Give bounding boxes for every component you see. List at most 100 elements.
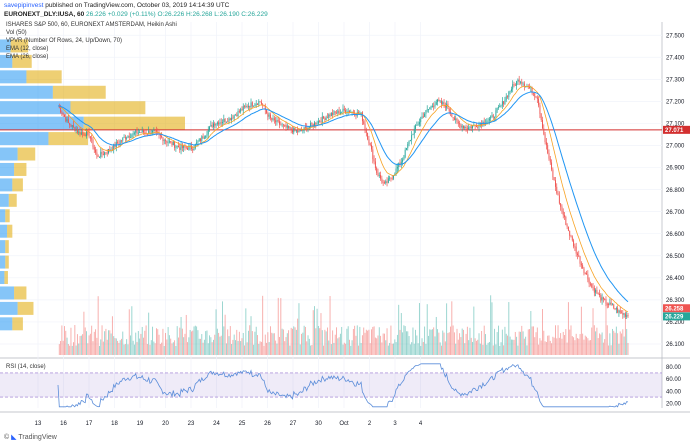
- candle-body: [586, 273, 587, 275]
- ema26-indicator-label[interactable]: EMA (26, close): [6, 54, 48, 60]
- candle-body: [492, 115, 494, 118]
- volume-bar: [434, 336, 436, 355]
- candle-body: [121, 140, 122, 142]
- footer: © ◣ TradingView: [4, 433, 57, 441]
- rsi-indicator-label[interactable]: RSI (14, close): [6, 364, 46, 370]
- time-tick-label: Oct: [339, 421, 349, 427]
- volume-bar: [599, 333, 600, 355]
- volume-bar: [523, 338, 525, 355]
- candle-body: [133, 132, 135, 134]
- rsi-tick-label: 20.00: [666, 401, 682, 407]
- vpvr-up-bar: [0, 240, 6, 254]
- time-tick-label: 13: [35, 421, 42, 427]
- candle-body: [137, 132, 139, 134]
- candle-body: [319, 121, 321, 122]
- volume-bar: [253, 344, 255, 355]
- volume-bar: [487, 342, 489, 355]
- candle-body: [92, 139, 94, 148]
- candle-body: [293, 127, 295, 133]
- volume-bar: [175, 345, 177, 355]
- volume-bar: [276, 343, 278, 355]
- volume-bar: [596, 327, 598, 355]
- candle-body: [588, 279, 590, 284]
- candle-body: [416, 125, 418, 126]
- candle-body: [613, 304, 615, 309]
- candle-body: [548, 153, 550, 159]
- volume-bar: [453, 332, 455, 355]
- volume-bar: [403, 325, 405, 355]
- volume-bar: [64, 326, 65, 355]
- candle-body: [315, 122, 317, 125]
- vpvr-up-bar: [0, 301, 18, 315]
- candle-body: [448, 108, 450, 112]
- vpvr-indicator-label[interactable]: VPVR (Number Of Rows, 24, Up/Down, 70): [6, 38, 122, 44]
- ema12-indicator-label[interactable]: EMA (12, close): [6, 46, 48, 52]
- candle-body: [469, 126, 471, 128]
- volume-bar: [565, 329, 567, 355]
- volume-bar: [369, 343, 371, 355]
- candle-body: [595, 290, 597, 293]
- volume-bar: [295, 329, 297, 355]
- volume-bar: [626, 328, 628, 355]
- volume-bar: [289, 345, 291, 355]
- candle-body: [622, 312, 624, 315]
- candle-body: [601, 297, 603, 301]
- candle-body: [545, 142, 547, 146]
- candle-body: [435, 102, 437, 105]
- volume-bar: [200, 338, 201, 355]
- vpvr-down-bar: [17, 147, 36, 161]
- volume-bar: [455, 343, 457, 355]
- volume-bar: [456, 328, 458, 355]
- vpvr-down-bar: [7, 224, 13, 238]
- volume-bar: [363, 327, 365, 355]
- vpvr-up-bar: [0, 70, 27, 84]
- volume-bar: [492, 345, 494, 355]
- candle-body: [82, 132, 84, 134]
- footer-brand[interactable]: TradingView: [18, 434, 57, 441]
- candle-body: [267, 112, 269, 117]
- volume-bar: [518, 331, 520, 355]
- volume-bar: [254, 331, 256, 355]
- volume-bar: [450, 326, 451, 355]
- volume-bar: [355, 335, 357, 355]
- candle-body: [438, 99, 440, 102]
- candle-body: [324, 118, 326, 121]
- volume-bar: [100, 339, 102, 355]
- volume-bar: [368, 329, 370, 355]
- publish-line: savepipinvest published on TradingView.c…: [4, 2, 229, 9]
- volume-bar: [79, 336, 81, 355]
- volume-bar: [443, 332, 445, 355]
- candle-body: [259, 101, 261, 103]
- volume-bar: [263, 345, 265, 355]
- vol-indicator-label[interactable]: Vol (50): [6, 30, 27, 36]
- volume-bar: [216, 328, 218, 355]
- candle-body: [156, 130, 157, 132]
- volume-bar: [228, 336, 230, 355]
- candle-body: [542, 119, 543, 129]
- volume-bar: [601, 332, 603, 355]
- candle-body: [282, 124, 284, 126]
- tradingview-logo-icon: ◣: [11, 434, 17, 441]
- candle-body: [227, 121, 229, 123]
- volume-bar: [330, 344, 332, 355]
- candle-body: [561, 206, 563, 212]
- candle-body: [321, 116, 323, 123]
- volume-bar: [237, 340, 239, 355]
- vpvr-up-bar: [0, 132, 49, 146]
- volume-bar: [425, 343, 427, 355]
- volume-bar: [536, 327, 538, 355]
- volume-bar: [299, 344, 301, 355]
- volume-bar: [244, 345, 245, 355]
- candle-body: [171, 141, 173, 146]
- volume-bar: [452, 325, 454, 355]
- volume-bar: [224, 314, 226, 355]
- volume-bar: [356, 325, 358, 355]
- volume-bar: [290, 327, 292, 355]
- volume-bar: [521, 325, 523, 355]
- candle-body: [253, 105, 255, 107]
- candle-body: [567, 226, 569, 231]
- volume-bar: [448, 332, 450, 355]
- volume-bar: [222, 301, 223, 355]
- publisher-link[interactable]: savepipinvest: [4, 2, 43, 9]
- candle-body: [470, 126, 472, 129]
